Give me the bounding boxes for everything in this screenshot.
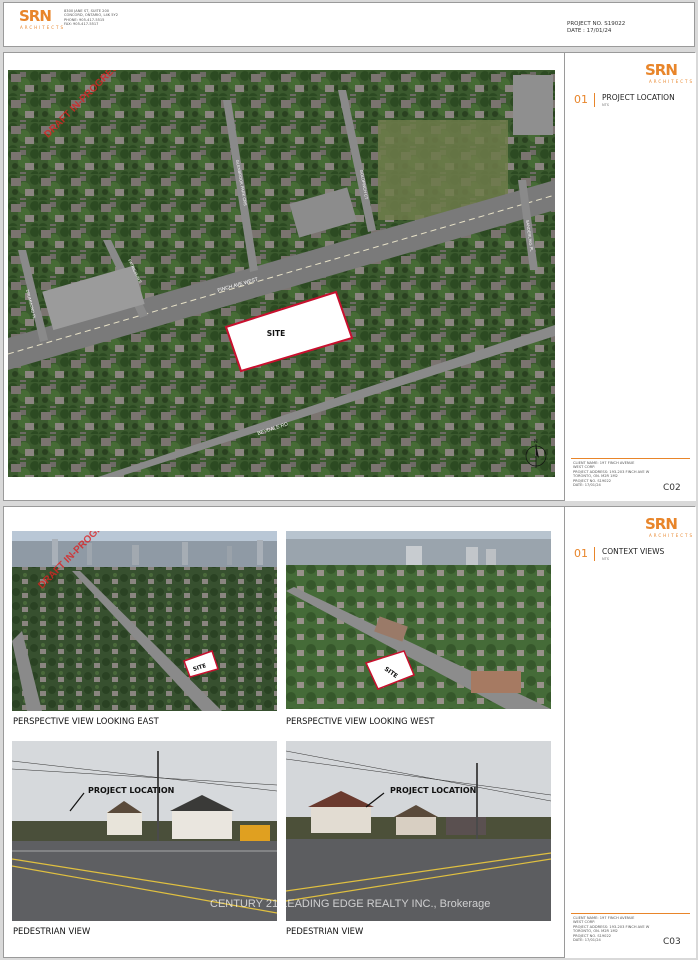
srn-logo: SRN	[19, 7, 52, 25]
section-number: 01	[574, 547, 588, 560]
srn-logo: SRN	[645, 515, 678, 533]
project-location-label: PROJECT LOCATION	[88, 786, 174, 795]
info-line: DATE: 17/01/24	[573, 483, 601, 488]
section-divider	[594, 93, 595, 107]
sheet-c02: SITE FINCH AVE WEST BEVDALE RD GOLDFINCH…	[3, 52, 696, 501]
section-title: PROJECT LOCATION	[602, 93, 675, 102]
sheet-number: C02	[663, 483, 681, 493]
pedestrian-view-1-photo: PROJECT LOCATION	[12, 741, 277, 921]
address-line: FAX: 905-417-5517	[64, 22, 99, 27]
perspective-west-photo: SITE	[286, 531, 551, 709]
section-scale: NTS	[602, 103, 609, 107]
caption-pedestrian-1: PEDESTRIAN VIEW	[13, 926, 91, 936]
project-date: DATE : 17/01/24	[567, 28, 612, 34]
svg-text:N: N	[534, 439, 538, 445]
pedestrian-view-2-photo: PROJECT LOCATION	[286, 741, 551, 921]
info-line: DATE: 17/01/24	[573, 938, 601, 943]
project-number: PROJECT NO. S19022	[567, 21, 626, 27]
title-block-sidebar: SRN ARCHITECTS 01 PROJECT LOCATION NTS C…	[564, 53, 696, 501]
aerial-map: SITE FINCH AVE WEST BEVDALE RD GOLDFINCH…	[8, 70, 555, 477]
office-address: 8300 JANE ST, SUITE 200 CONCORD, ONTARIO…	[64, 9, 118, 27]
info-divider	[571, 913, 690, 914]
srn-logo: SRN	[645, 61, 678, 79]
sheet-number: C03	[663, 937, 681, 947]
section-scale: NTS	[602, 557, 609, 561]
info-divider	[571, 458, 690, 459]
section-title: CONTEXT VIEWS	[602, 547, 665, 556]
project-location-label: PROJECT LOCATION	[390, 786, 476, 795]
srn-logo-sub: ARCHITECTS	[20, 25, 66, 30]
sheet-c03: SITE DRAFT IN-PROGRESS PERSPECTIVE VIEW …	[3, 506, 696, 958]
perspective-east-photo: SITE DRAFT IN-PROGRESS	[12, 531, 277, 711]
caption-perspective-west: PERSPECTIVE VIEW LOOKING WEST	[286, 716, 435, 726]
project-info: CLIENT NAME: 197 FINCH AVENUE WEST CORP.…	[573, 916, 649, 942]
title-block-header: SRN ARCHITECTS 8300 JANE ST, SUITE 200 C…	[3, 2, 695, 47]
title-block-sidebar: SRN ARCHITECTS 01 CONTEXT VIEWS NTS CLIE…	[564, 507, 696, 958]
aerial-map-svg: SITE FINCH AVE WEST BEVDALE RD GOLDFINCH…	[8, 70, 555, 477]
site-label: SITE	[267, 329, 285, 338]
section-divider	[594, 547, 595, 561]
project-info: CLIENT NAME: 197 FINCH AVENUE WEST CORP.…	[573, 461, 649, 487]
section-number: 01	[574, 93, 588, 106]
srn-logo-sub: ARCHITECTS	[649, 79, 695, 84]
caption-pedestrian-2: PEDESTRIAN VIEW	[286, 926, 364, 936]
caption-perspective-east: PERSPECTIVE VIEW LOOKING EAST	[13, 716, 159, 726]
brokerage-watermark: CENTURY 21 LEADING EDGE REALTY INC., Bro…	[210, 898, 491, 910]
srn-logo-sub: ARCHITECTS	[649, 533, 695, 538]
